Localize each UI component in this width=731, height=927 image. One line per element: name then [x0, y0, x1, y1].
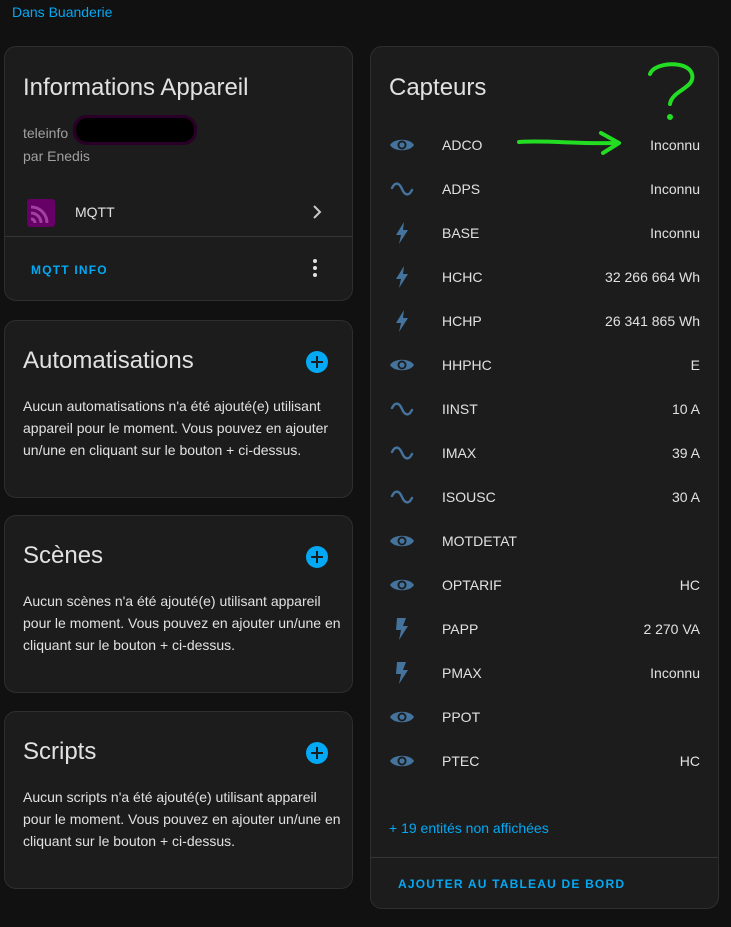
sensor-name: PMAX — [442, 665, 482, 681]
lightning-icon — [389, 265, 415, 289]
sensors-title: Capteurs — [389, 74, 487, 101]
sensor-name: PTEC — [442, 753, 480, 769]
sensor-value: HC — [679, 577, 700, 593]
sensor-name: MOTDETAT — [442, 533, 517, 549]
scripts-empty-text: Aucun scripts n'a été ajouté(e) utilisan… — [23, 789, 341, 849]
sensor-row-adco[interactable]: ADCO Inconnu — [371, 123, 718, 167]
chevron-right-icon — [313, 205, 322, 219]
scripts-card: Scripts Aucun scripts n'a été ajouté(e) … — [4, 711, 353, 889]
sensor-value: Inconnu — [650, 181, 700, 197]
flash-icon — [389, 617, 415, 641]
sensor-value: 30 A — [671, 489, 700, 505]
add-to-dashboard-button[interactable]: AJOUTER AU TABLEAU DE BORD — [398, 877, 625, 891]
add-script-button[interactable] — [306, 742, 328, 764]
sine-wave-icon — [389, 397, 415, 421]
eye-icon — [389, 133, 415, 157]
sensor-row-pmax[interactable]: PMAX Inconnu — [371, 651, 718, 695]
sensor-name: ADPS — [442, 181, 481, 197]
add-automation-button[interactable] — [306, 351, 328, 373]
sensor-value: 10 A — [671, 401, 700, 417]
divider — [371, 857, 718, 858]
sensor-name: IMAX — [442, 445, 477, 461]
mqtt-info-button[interactable]: MQTT INFO — [31, 263, 108, 277]
sensor-value: HC — [679, 753, 700, 769]
sensor-row-iinst[interactable]: IINST 10 A — [371, 387, 718, 431]
sine-wave-icon — [389, 177, 415, 201]
scripts-title: Scripts — [23, 738, 97, 765]
eye-icon — [389, 573, 415, 597]
sensor-row-motdetat[interactable]: MOTDETAT — [371, 519, 718, 563]
sensor-row-hhphc[interactable]: HHPHC E — [371, 343, 718, 387]
sensor-name: HHPHC — [442, 357, 492, 373]
sensor-value: Inconnu — [650, 665, 700, 681]
scenes-title: Scènes — [23, 542, 104, 569]
device-info-title: Informations Appareil — [23, 74, 249, 101]
sine-wave-icon — [389, 485, 415, 509]
sensor-value: 39 A — [671, 445, 700, 461]
eye-icon — [389, 353, 415, 377]
lightning-icon — [389, 309, 415, 333]
redaction-mark — [73, 115, 197, 145]
sensor-row-papp[interactable]: PAPP 2 270 VA — [371, 607, 718, 651]
sensor-row-hchc[interactable]: HCHC 32 266 664 Wh — [371, 255, 718, 299]
sensor-row-base[interactable]: BASE Inconnu — [371, 211, 718, 255]
sensors-card: Capteurs ADCO Inconnu ADPS Inconnu BASE Incon… — [370, 46, 719, 909]
eye-icon — [389, 705, 415, 729]
sensor-name: HCHC — [442, 269, 483, 285]
sensor-name: PAPP — [442, 621, 479, 637]
divider — [5, 236, 352, 237]
automations-empty-text: Aucun automatisations n'a été ajouté(e) … — [23, 398, 329, 458]
automations-card: Automatisations Aucun automatisations n'… — [4, 320, 353, 498]
sensor-name: ADCO — [442, 137, 483, 153]
automations-title: Automatisations — [23, 347, 194, 374]
lightning-icon — [389, 221, 415, 245]
sensor-name: BASE — [442, 225, 480, 241]
area-link[interactable]: Dans Buanderie — [12, 4, 112, 20]
sensor-value: 32 266 664 Wh — [605, 269, 700, 285]
flash-icon — [389, 661, 415, 685]
more-options-icon[interactable] — [312, 259, 318, 279]
hidden-entities-link[interactable]: + 19 entités non affichées — [389, 820, 549, 836]
device-info-card: Informations Appareil teleinfo par Enedi… — [4, 46, 353, 301]
sensor-row-isousc[interactable]: ISOUSC 30 A — [371, 475, 718, 519]
scenes-empty-text: Aucun scènes n'a été ajouté(e) utilisant… — [23, 593, 341, 653]
sensor-row-optarif[interactable]: OPTARIF HC — [371, 563, 718, 607]
integration-label: MQTT — [75, 204, 115, 220]
device-manufacturer: par Enedis — [23, 148, 90, 164]
sine-wave-icon — [389, 441, 415, 465]
sensor-row-imax[interactable]: IMAX 39 A — [371, 431, 718, 475]
sensor-name: PPOT — [442, 709, 481, 725]
sensor-name: OPTARIF — [442, 577, 502, 593]
sensor-row-hchp[interactable]: HCHP 26 341 865 Wh — [371, 299, 718, 343]
eye-icon — [389, 749, 415, 773]
scenes-card: Scènes Aucun scènes n'a été ajouté(e) ut… — [4, 515, 353, 693]
sensor-value: Inconnu — [650, 137, 700, 153]
sensor-name: IINST — [442, 401, 478, 417]
eye-icon — [389, 529, 415, 553]
sensor-row-ppot[interactable]: PPOT — [371, 695, 718, 739]
sensor-value: Inconnu — [650, 225, 700, 241]
device-model: teleinfo — [23, 125, 69, 141]
mqtt-logo-icon — [27, 199, 55, 227]
sensor-value: 26 341 865 Wh — [605, 313, 700, 329]
sensor-name: ISOUSC — [442, 489, 496, 505]
add-scene-button[interactable] — [306, 546, 328, 568]
sensor-row-adps[interactable]: ADPS Inconnu — [371, 167, 718, 211]
sensor-row-ptec[interactable]: PTEC HC — [371, 739, 718, 783]
sensor-name: HCHP — [442, 313, 482, 329]
integration-row-mqtt[interactable]: MQTT — [5, 189, 352, 237]
sensor-value: E — [690, 357, 700, 373]
sensor-value: 2 270 VA — [643, 621, 700, 637]
